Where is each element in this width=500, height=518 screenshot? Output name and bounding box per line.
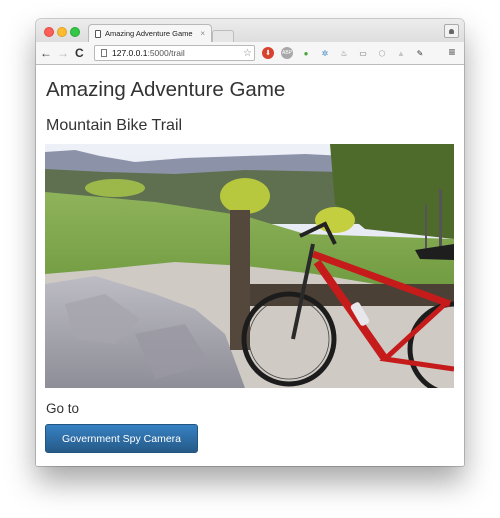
- minimize-window-button[interactable]: [57, 27, 67, 37]
- evernote-speech-icon[interactable]: ●: [300, 47, 312, 59]
- tab-close-icon[interactable]: ×: [200, 29, 205, 38]
- person-icon: [449, 28, 454, 34]
- location-heading: Mountain Bike Trail: [46, 117, 183, 134]
- tab-amazing-adventure-game[interactable]: Amazing Adventure Game ×: [88, 24, 212, 42]
- address-bar[interactable]: 127.0.0.1:5000/trail ☆: [94, 45, 255, 61]
- bug-extension-icon[interactable]: ✲: [319, 47, 331, 59]
- government-spy-camera-button[interactable]: Government Spy Camera: [45, 424, 198, 453]
- bookmark-star-icon[interactable]: ☆: [243, 48, 252, 59]
- profile-button[interactable]: [444, 24, 459, 38]
- browser-window: Amazing Adventure Game × ← → C 127.0.0.1…: [36, 19, 464, 466]
- forward-button[interactable]: →: [57, 45, 69, 61]
- url-host: 127.0.0.1: [112, 48, 148, 58]
- trail-photo-image: [45, 144, 454, 388]
- sneaker-extension-icon[interactable]: ♨: [338, 47, 350, 59]
- cube-extension-icon[interactable]: ⬡: [376, 47, 388, 59]
- bush: [85, 179, 145, 197]
- page-icon: [101, 49, 107, 57]
- back-button[interactable]: ←: [40, 45, 52, 61]
- tab-title: Amazing Adventure Game: [105, 29, 193, 38]
- maximize-window-button[interactable]: [70, 27, 80, 37]
- page-title: Amazing Adventure Game: [46, 78, 286, 101]
- url-text[interactable]: 127.0.0.1:5000/trail: [112, 48, 243, 58]
- title-bar: Amazing Adventure Game ×: [36, 19, 464, 42]
- eyedropper-icon[interactable]: ✎: [414, 47, 426, 59]
- new-tab-button[interactable]: [212, 30, 234, 42]
- menu-icon[interactable]: ≡: [446, 45, 458, 59]
- url-path: :5000/trail: [147, 48, 185, 58]
- cast-icon[interactable]: ▭: [357, 47, 369, 59]
- goto-heading: Go to: [46, 401, 80, 416]
- yellow-shrub: [315, 207, 355, 233]
- drive-extension-icon[interactable]: ▲: [395, 47, 407, 59]
- yellow-tree: [220, 178, 270, 214]
- adblock-plus-icon[interactable]: ABP: [281, 47, 293, 59]
- reload-button[interactable]: C: [75, 45, 84, 61]
- page-content: Amazing Adventure Game Mountain Bike Tra…: [36, 65, 464, 466]
- trail-photo: [45, 144, 454, 388]
- close-window-button[interactable]: [44, 27, 54, 37]
- page-icon: [95, 29, 101, 38]
- download-extension-icon[interactable]: ⬇: [262, 47, 274, 59]
- browser-toolbar: ← → C 127.0.0.1:5000/trail ☆ ⬇ ABP ● ✲ ♨ ▭ ⬡ ▲ ✎…: [36, 42, 464, 65]
